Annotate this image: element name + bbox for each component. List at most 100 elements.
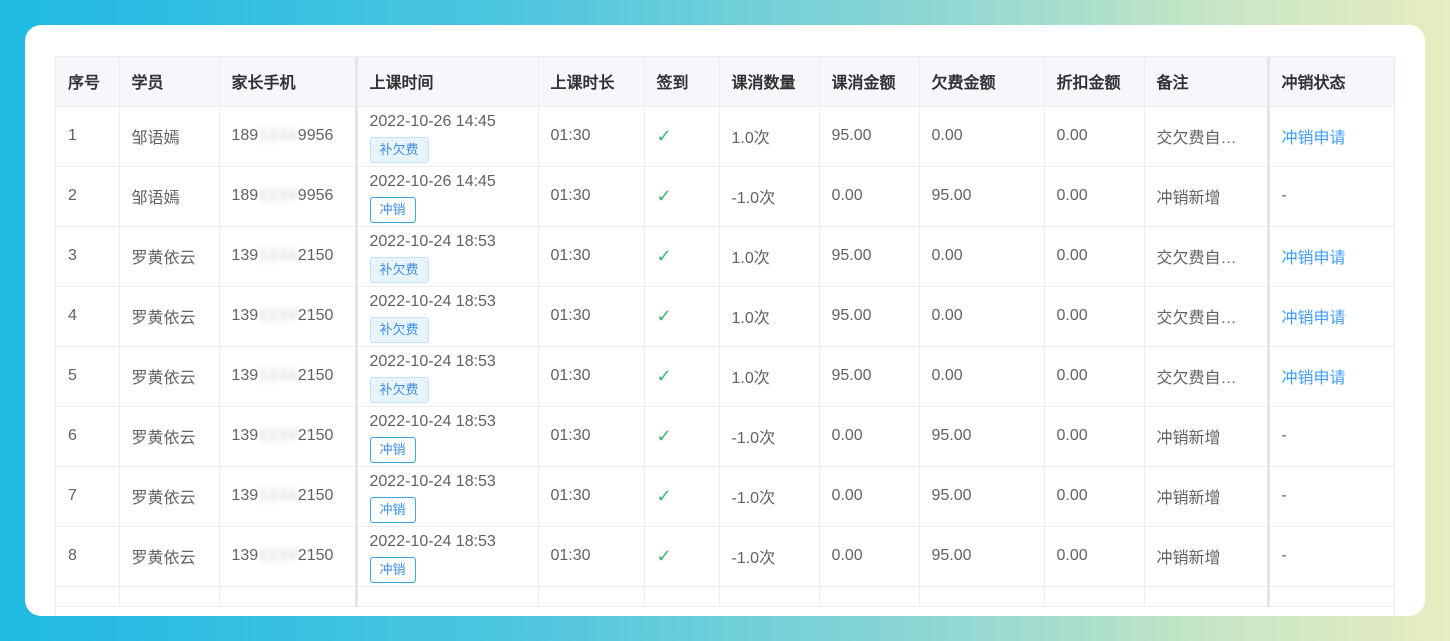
phone-prefix: 139 bbox=[231, 487, 259, 504]
cell-signin: ✓ bbox=[644, 286, 720, 347]
table-row: 5 罗黄依云 13912342150 2022-10-24 18:53 补欠费 01:30… bbox=[56, 346, 1394, 407]
cell-student: 罗黄依云 bbox=[119, 226, 220, 287]
cell-count: -1.0次 bbox=[719, 526, 820, 587]
cell-owed: 0.00 bbox=[919, 106, 1045, 167]
table-row: 2 邹语嫣 18912349956 2022-10-26 14:45 冲销 01:30 ✓ -… bbox=[56, 166, 1394, 227]
cell-amount: 95.00 bbox=[819, 226, 920, 287]
cell-discount: 0.00 bbox=[1044, 286, 1145, 347]
reverse-apply-link[interactable]: 冲销申请 bbox=[1282, 250, 1346, 267]
cell-duration: 01:30 bbox=[538, 106, 645, 167]
cell-owed: 95.00 bbox=[919, 406, 1045, 467]
check-icon: ✓ bbox=[656, 425, 672, 447]
class-time: 2022-10-24 18:53 bbox=[369, 233, 496, 250]
cell-count: 1.0次 bbox=[719, 106, 820, 167]
phone-masked-digits: 1234 bbox=[258, 187, 298, 204]
phone-prefix: 139 bbox=[231, 367, 259, 384]
status-none: - bbox=[1281, 487, 1287, 504]
cell-index: 1 bbox=[56, 106, 120, 167]
reverse-apply-link[interactable]: 冲销申请 bbox=[1282, 310, 1346, 327]
header-note: 备注 bbox=[1144, 57, 1269, 107]
cell-time: 2022-10-26 14:45 补欠费 bbox=[356, 106, 539, 167]
cell-empty bbox=[219, 586, 358, 607]
cell-signin: ✓ bbox=[644, 106, 720, 167]
cell-signin: ✓ bbox=[644, 406, 720, 467]
cell-owed: 95.00 bbox=[919, 466, 1045, 527]
cell-student: 罗黄依云 bbox=[119, 286, 220, 347]
cell-time: 2022-10-24 18:53 冲销 bbox=[356, 466, 539, 527]
header-time: 上课时间 bbox=[356, 57, 539, 107]
cell-owed: 0.00 bbox=[919, 226, 1045, 287]
cell-phone: 18912349956 bbox=[219, 106, 358, 167]
phone-masked-digits: 1234 bbox=[258, 547, 298, 564]
cell-status: - bbox=[1266, 166, 1394, 227]
cell-amount: 95.00 bbox=[819, 346, 920, 407]
cell-discount: 0.00 bbox=[1044, 226, 1145, 287]
cell-time: 2022-10-24 18:53 补欠费 bbox=[356, 226, 539, 287]
phone-masked-digits: 1234 bbox=[258, 427, 298, 444]
phone-suffix: 2150 bbox=[297, 487, 334, 504]
header-discount: 折扣金额 bbox=[1044, 57, 1145, 107]
record-type-tag: 补欠费 bbox=[369, 137, 429, 163]
cell-amount: 0.00 bbox=[819, 406, 920, 467]
header-status: 冲销状态 bbox=[1266, 57, 1394, 107]
cell-count: -1.0次 bbox=[719, 166, 820, 227]
phone-suffix: 2150 bbox=[297, 547, 334, 564]
cell-student: 邹语嫣 bbox=[119, 166, 220, 227]
phone-masked-digits: 1234 bbox=[258, 367, 298, 384]
cell-status: 冲销申请 bbox=[1266, 286, 1394, 347]
class-time: 2022-10-26 14:45 bbox=[369, 173, 496, 190]
cell-signin: ✓ bbox=[644, 346, 720, 407]
cell-amount: 0.00 bbox=[819, 466, 920, 527]
cell-empty bbox=[356, 586, 539, 607]
reverse-apply-link[interactable]: 冲销申请 bbox=[1282, 130, 1346, 147]
cell-duration: 01:30 bbox=[538, 166, 645, 227]
header-amount: 课消金额 bbox=[819, 57, 920, 107]
header-duration: 上课时长 bbox=[538, 57, 645, 107]
phone-prefix: 139 bbox=[231, 307, 259, 324]
cell-time: 2022-10-24 18:53 冲销 bbox=[356, 526, 539, 587]
phone-suffix: 2150 bbox=[297, 427, 334, 444]
cell-student: 罗黄依云 bbox=[119, 406, 220, 467]
cell-empty bbox=[119, 586, 220, 607]
cell-phone: 13912342150 bbox=[219, 466, 358, 527]
header-index: 序号 bbox=[56, 57, 120, 107]
phone-prefix: 139 bbox=[231, 427, 259, 444]
cell-index: 4 bbox=[56, 286, 120, 347]
cell-amount: 0.00 bbox=[819, 166, 920, 227]
cell-discount: 0.00 bbox=[1044, 406, 1145, 467]
cell-student: 邹语嫣 bbox=[119, 106, 220, 167]
table-header-row: 序号 学员 家长手机 上课时间 上课时长 签到 课消数量 课消金额 欠费金额 折… bbox=[56, 57, 1394, 107]
cell-index: 5 bbox=[56, 346, 120, 407]
cell-duration: 01:30 bbox=[538, 226, 645, 287]
class-time: 2022-10-24 18:53 bbox=[369, 353, 496, 370]
reverse-apply-link[interactable]: 冲销申请 bbox=[1282, 370, 1346, 387]
cell-index: 2 bbox=[56, 166, 120, 227]
status-none: - bbox=[1281, 427, 1287, 444]
cell-index: 6 bbox=[56, 406, 120, 467]
table-row: 1 邹语嫣 18912349956 2022-10-26 14:45 补欠费 01:30 ✓… bbox=[56, 106, 1394, 167]
status-none: - bbox=[1281, 187, 1287, 204]
cell-status: 冲销申请 bbox=[1266, 346, 1394, 407]
cell-time: 2022-10-26 14:45 冲销 bbox=[356, 166, 539, 227]
cell-signin: ✓ bbox=[644, 526, 720, 587]
cell-owed: 95.00 bbox=[919, 526, 1045, 587]
cell-duration: 01:30 bbox=[538, 526, 645, 587]
class-time: 2022-10-24 18:53 bbox=[369, 293, 496, 310]
cell-discount: 0.00 bbox=[1044, 346, 1145, 407]
check-icon: ✓ bbox=[656, 185, 672, 207]
cell-owed: 0.00 bbox=[919, 286, 1045, 347]
cell-amount: 0.00 bbox=[819, 526, 920, 587]
cell-discount: 0.00 bbox=[1044, 166, 1145, 227]
phone-suffix: 2150 bbox=[297, 307, 334, 324]
phone-masked-digits: 1234 bbox=[258, 127, 298, 144]
cell-time: 2022-10-24 18:53 补欠费 bbox=[356, 286, 539, 347]
header-phone: 家长手机 bbox=[219, 57, 358, 107]
cell-index: 7 bbox=[56, 466, 120, 527]
class-records-table: 序号 学员 家长手机 上课时间 上课时长 签到 课消数量 课消金额 欠费金额 折… bbox=[55, 56, 1395, 616]
cell-duration: 01:30 bbox=[538, 406, 645, 467]
phone-prefix: 189 bbox=[231, 127, 259, 144]
cell-note: 冲销新增 bbox=[1144, 166, 1269, 227]
cell-signin: ✓ bbox=[644, 226, 720, 287]
phone-prefix: 189 bbox=[231, 187, 259, 204]
table-row: 7 罗黄依云 13912342150 2022-10-24 18:53 冲销 01:30 ✓… bbox=[56, 466, 1394, 527]
